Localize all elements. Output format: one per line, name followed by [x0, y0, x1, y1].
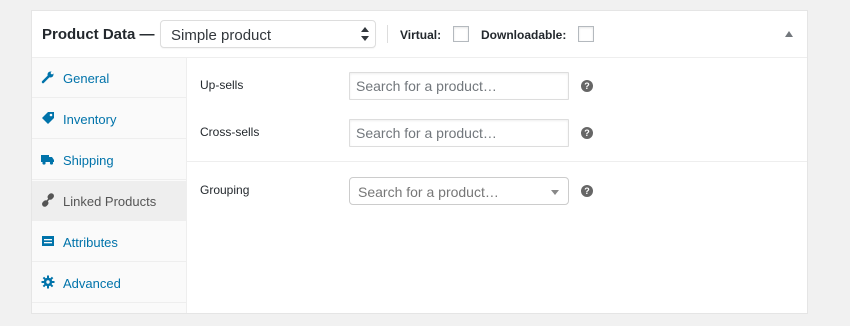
grouping-placeholder: Search for a product…: [358, 184, 499, 200]
select-arrows-icon: [361, 26, 369, 42]
section-divider: [187, 161, 807, 162]
tab-linked-products[interactable]: Linked Products: [32, 181, 187, 221]
tab-general[interactable]: General: [32, 58, 187, 98]
downloadable-label: Downloadable:: [481, 28, 567, 42]
product-type-select[interactable]: Simple product: [160, 20, 376, 48]
dropdown-arrow-icon: [551, 190, 559, 195]
virtual-label: Virtual:: [400, 28, 442, 42]
list-icon: [41, 234, 55, 248]
truck-icon: [41, 152, 55, 166]
product-type-value: Simple product: [171, 27, 272, 44]
tab-label: General: [63, 71, 110, 86]
tab-label: Advanced: [63, 276, 121, 291]
grouping-select[interactable]: Search for a product…: [349, 177, 569, 205]
tab-attributes[interactable]: Attributes: [32, 222, 187, 262]
product-data-tabs: General Inventory Shipping Linked Produc…: [32, 58, 187, 313]
crosssells-label: Cross-sells: [200, 125, 260, 139]
upsells-search-input[interactable]: [349, 72, 569, 100]
upsells-label: Up-sells: [200, 78, 244, 92]
grouping-help-icon[interactable]: ?: [581, 185, 593, 197]
tab-shipping[interactable]: Shipping: [32, 140, 187, 180]
linked-products-panel: Up-sells ? Cross-sells ? Grouping Search…: [187, 58, 807, 313]
tab-label: Attributes: [63, 235, 118, 250]
upsells-help-icon[interactable]: ?: [581, 80, 593, 92]
panel-title: Product Data —: [42, 26, 155, 43]
link-icon: [41, 193, 55, 207]
tag-icon: [41, 111, 55, 125]
header-separator: [387, 25, 388, 43]
tab-label: Linked Products: [63, 194, 157, 209]
tab-label: Shipping: [63, 153, 114, 168]
tab-label: Inventory: [63, 112, 117, 127]
virtual-checkbox[interactable]: [453, 26, 469, 42]
tab-advanced[interactable]: Advanced: [32, 263, 187, 303]
product-data-panel: Product Data — Simple product Virtual: D…: [31, 10, 808, 314]
crosssells-search-input[interactable]: [349, 119, 569, 147]
tab-inventory[interactable]: Inventory: [32, 99, 187, 139]
grouping-label: Grouping: [200, 183, 250, 197]
gear-icon: [41, 275, 55, 289]
wrench-icon: [41, 70, 55, 84]
crosssells-help-icon[interactable]: ?: [581, 127, 593, 139]
downloadable-checkbox[interactable]: [578, 26, 594, 42]
collapse-toggle-icon[interactable]: [785, 31, 793, 37]
panel-header: Product Data — Simple product Virtual: D…: [32, 11, 807, 58]
